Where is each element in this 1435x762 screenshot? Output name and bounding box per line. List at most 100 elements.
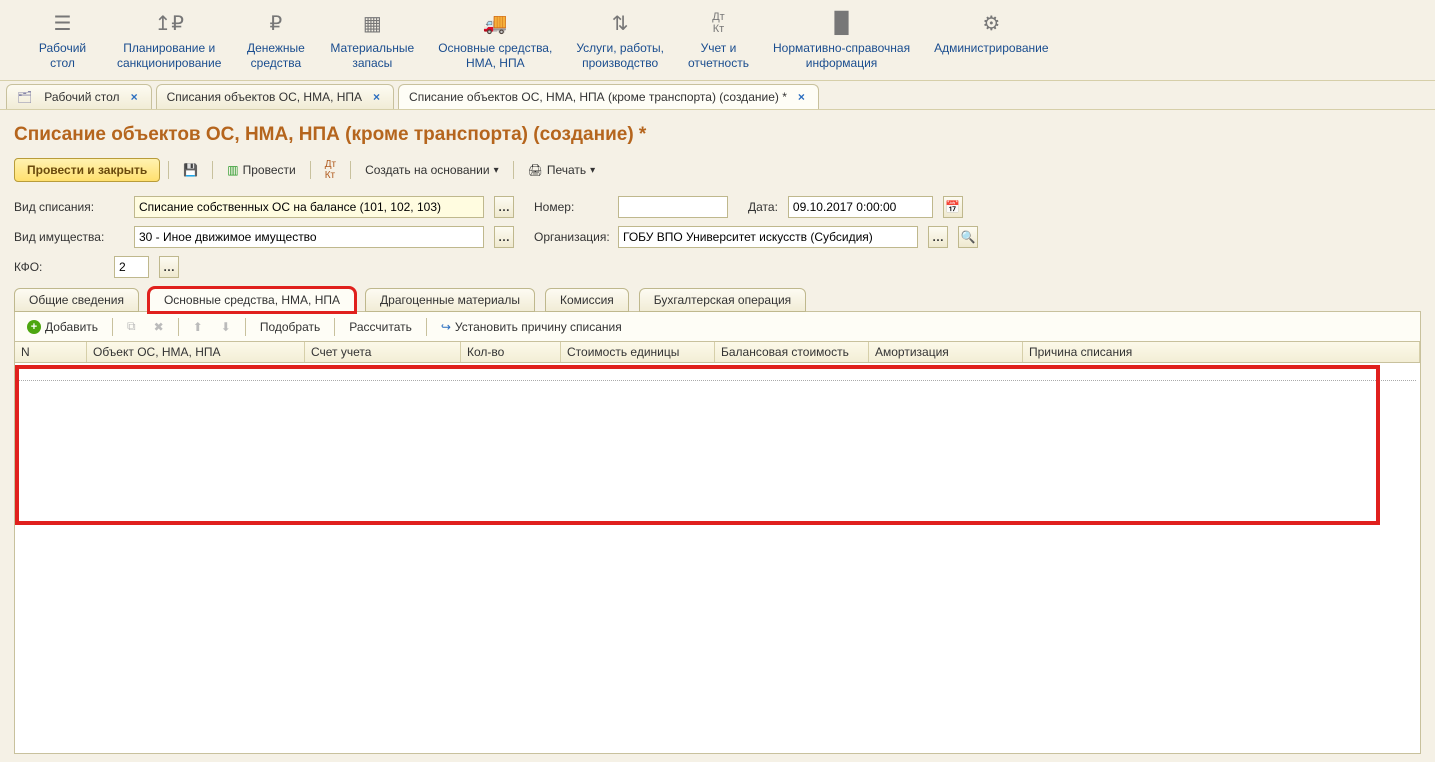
nav-reference[interactable]: ▐▌ Нормативно-справочнаяинформация <box>761 5 922 75</box>
tab-precious[interactable]: Драгоценные материалы <box>365 288 535 312</box>
nomer-input[interactable] <box>618 196 728 218</box>
vid-spisaniya-label: Вид списания: <box>14 200 124 214</box>
annotation-highlight <box>15 365 1380 525</box>
col-object[interactable]: Объект ОС, НМА, НПА <box>87 342 305 362</box>
ellipsis-button[interactable]: … <box>159 256 179 278</box>
page-title: Списание объектов ОС, НМА, НПА (кроме тр… <box>14 118 1421 156</box>
nav-services[interactable]: ⇅ Услуги, работы,производство <box>564 5 676 75</box>
col-qty[interactable]: Кол-во <box>461 342 561 362</box>
grid-icon: ▦ <box>363 9 382 37</box>
command-bar: Провести и закрыть 💾 ▥ Провести ДтКт Соз… <box>14 156 1421 196</box>
nav-admin[interactable]: ⚙ Администрирование <box>922 5 1060 75</box>
printer-icon: 🖨 <box>528 163 543 177</box>
vid-spisaniya-input[interactable] <box>134 196 484 218</box>
planning-icon: ↥₽ <box>154 9 183 37</box>
org-input[interactable] <box>618 226 918 248</box>
close-icon[interactable]: × <box>370 90 383 104</box>
table-toolbar: + Добавить ⧉ ✖ ⬆ ⬇ Подобрать Рассчитать … <box>14 311 1421 341</box>
nav-fixed-assets[interactable]: 🚚 Основные средства,НМА, НПА <box>426 5 564 75</box>
select-button[interactable]: Подобрать <box>254 317 326 337</box>
magnifier-icon: 🔍 <box>961 230 976 244</box>
set-reason-label: Установить причину списания <box>455 320 622 334</box>
dtkt-icon: ДтКт <box>712 9 725 37</box>
kfo-label: КФО: <box>14 260 104 274</box>
page-tab-document[interactable]: Списание объектов ОС, НМА, НПА (кроме тр… <box>398 84 819 109</box>
inner-tabs: Общие сведения Основные средства, НМА, Н… <box>14 288 1421 312</box>
form-fields: Вид списания: … Номер: Дата: 📅 Вид имуще… <box>14 196 1421 288</box>
close-icon[interactable]: × <box>128 90 141 104</box>
nomer-label: Номер: <box>524 200 608 214</box>
create-based-button[interactable]: Создать на основании <box>359 160 505 180</box>
nav-desktop[interactable]: ☰ Рабочийстол <box>20 5 105 75</box>
nav-label: Администрирование <box>934 41 1048 56</box>
col-unit-cost[interactable]: Стоимость единицы <box>561 342 715 362</box>
print-label: Печать <box>547 163 586 177</box>
gear-icon: ⚙ <box>982 9 1000 37</box>
add-button[interactable]: + Добавить <box>21 317 104 337</box>
up-arrow-icon: ⬆ <box>193 320 203 334</box>
tab-commission[interactable]: Комиссия <box>545 288 629 312</box>
delete-button[interactable]: ✖ <box>148 317 170 337</box>
dtkt-icon: ДтКт <box>325 159 336 181</box>
ellipsis-button[interactable]: … <box>928 226 948 248</box>
nav-accounting[interactable]: ДтКт Учет иотчетность <box>676 5 761 75</box>
table-row <box>19 363 1416 381</box>
tab-accounting-op[interactable]: Бухгалтерская операция <box>639 288 806 312</box>
page-tab-list[interactable]: Списания объектов ОС, НМА, НПА × <box>156 84 394 109</box>
arrow-right-icon: ↪ <box>441 320 451 334</box>
col-reason[interactable]: Причина списания <box>1023 342 1420 362</box>
copy-icon: ⧉ <box>127 319 136 334</box>
post-and-close-button[interactable]: Провести и закрыть <box>14 158 160 182</box>
tab-label: Списание объектов ОС, НМА, НПА (кроме тр… <box>409 90 787 104</box>
post-button[interactable]: ▥ Провести <box>221 160 301 180</box>
nav-label: Основные средства,НМА, НПА <box>438 41 552 71</box>
nav-money[interactable]: ₽ Денежныесредства <box>233 5 318 75</box>
post-label: Провести <box>243 163 296 177</box>
col-n[interactable]: N <box>15 342 87 362</box>
ruble-icon: ₽ <box>270 9 283 37</box>
col-balance-cost[interactable]: Балансовая стоимость <box>715 342 869 362</box>
create-based-label: Создать на основании <box>365 163 490 177</box>
top-nav: ☰ Рабочийстол ↥₽ Планирование исанкциони… <box>0 0 1435 81</box>
calendar-icon: 📅 <box>945 200 960 214</box>
grid-body[interactable] <box>15 363 1420 753</box>
date-input[interactable] <box>788 196 933 218</box>
vid-imushestva-label: Вид имущества: <box>14 230 124 244</box>
move-up-button[interactable]: ⬆ <box>187 317 209 337</box>
down-arrow-icon: ⬇ <box>221 320 231 334</box>
tab-label: Рабочий стол <box>44 90 119 104</box>
nav-label: Планирование исанкционирование <box>117 41 221 71</box>
nav-planning[interactable]: ↥₽ Планирование исанкционирование <box>105 5 233 75</box>
nav-label: Денежныесредства <box>247 41 305 71</box>
data-grid: N Объект ОС, НМА, НПА Счет учета Кол-во … <box>14 341 1421 754</box>
col-depreciation[interactable]: Амортизация <box>869 342 1023 362</box>
print-button[interactable]: 🖨 Печать <box>522 160 602 180</box>
calc-button[interactable]: Рассчитать <box>343 317 418 337</box>
search-button[interactable]: 🔍 <box>958 226 978 248</box>
plus-icon: + <box>27 320 41 334</box>
nav-materials[interactable]: ▦ Материальныезапасы <box>318 5 426 75</box>
tab-general[interactable]: Общие сведения <box>14 288 139 312</box>
ellipsis-button[interactable]: … <box>494 226 514 248</box>
move-down-button[interactable]: ⬇ <box>215 317 237 337</box>
kfo-input[interactable] <box>114 256 149 278</box>
page-tab-desktop[interactable]: 🗂 Рабочий стол × <box>6 84 152 109</box>
sliders-icon: ⇅ <box>612 9 629 37</box>
copy-button[interactable]: ⧉ <box>121 316 142 337</box>
nav-label: Нормативно-справочнаяинформация <box>773 41 910 71</box>
close-icon[interactable]: × <box>795 90 808 104</box>
calendar-button[interactable]: 📅 <box>943 196 963 218</box>
floppy-icon: 💾 <box>183 163 198 177</box>
save-button[interactable]: 💾 <box>177 160 204 180</box>
post-icon: ▥ <box>227 163 238 177</box>
tab-label: Списания объектов ОС, НМА, НПА <box>167 90 362 104</box>
dtkt-button[interactable]: ДтКт <box>319 156 342 184</box>
vid-imushestva-input[interactable] <box>134 226 484 248</box>
tab-fixed-assets[interactable]: Основные средства, НМА, НПА <box>149 288 355 312</box>
grid-header: N Объект ОС, НМА, НПА Счет учета Кол-во … <box>15 342 1420 363</box>
set-reason-button[interactable]: ↪ Установить причину списания <box>435 317 628 337</box>
col-account[interactable]: Счет учета <box>305 342 461 362</box>
delete-icon: ✖ <box>154 320 164 334</box>
home-icon: 🗂 <box>17 90 32 104</box>
ellipsis-button[interactable]: … <box>494 196 514 218</box>
